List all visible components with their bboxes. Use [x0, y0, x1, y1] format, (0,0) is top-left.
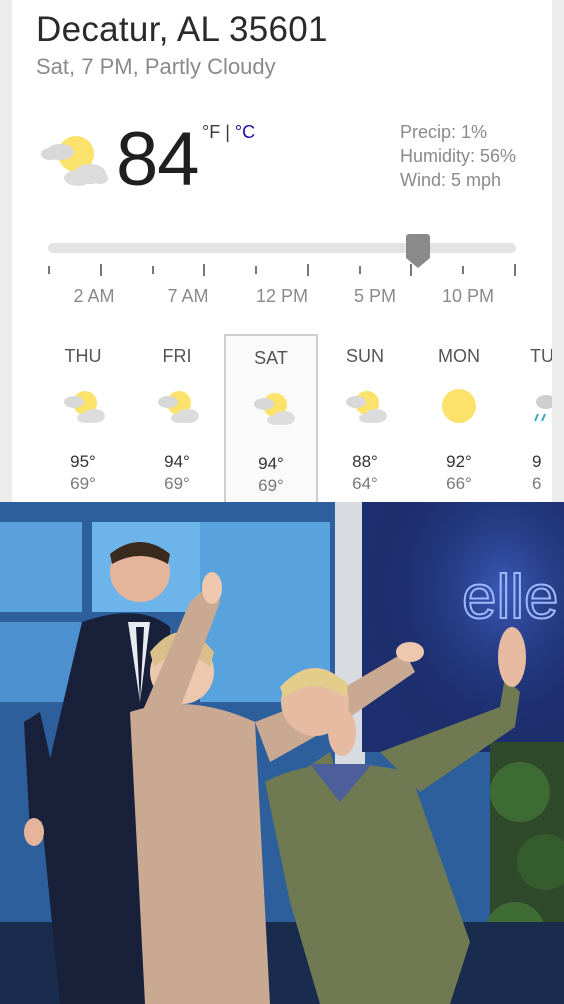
unit-fahrenheit[interactable]: °F	[202, 122, 220, 142]
day-high: 88°	[352, 452, 378, 471]
day-name: SAT	[254, 348, 288, 368]
forecast-day-sun[interactable]: SUN 88° 64°	[318, 334, 412, 502]
unit-toggle: °F | °C	[202, 122, 255, 143]
day-name: MON	[438, 346, 480, 366]
day-low: 64°	[352, 474, 378, 493]
forecast-day-thu[interactable]: THU 95° 69°	[36, 334, 130, 502]
weather-card: Decatur, AL 35601 Sat, 7 PM, Partly Clou…	[12, 0, 552, 502]
partly-cloudy-icon	[254, 393, 295, 425]
rain-icon	[534, 395, 552, 422]
day-low: 69°	[258, 476, 284, 495]
forecast-day-tue-partial[interactable]: TU 9 6	[506, 334, 552, 502]
time-slider-track[interactable]	[48, 243, 516, 253]
day-name: FRI	[162, 346, 192, 366]
time-label-7am: 7 AM	[167, 286, 209, 306]
day-high: 9	[532, 452, 542, 471]
day-low: 6	[532, 474, 542, 493]
forecast-day-mon[interactable]: MON 92° 66°	[412, 334, 506, 502]
precip-text: Precip: 1%	[400, 122, 488, 142]
photo-panel: elle	[0, 502, 564, 1004]
time-slider-tick	[410, 264, 412, 276]
wind-text: Wind: 5 mph	[400, 170, 502, 190]
partly-cloudy-icon	[64, 391, 105, 423]
day-name: TU	[530, 346, 552, 366]
location-title: Decatur, AL 35601	[36, 10, 328, 49]
sunny-icon	[442, 389, 476, 423]
time-label-10pm: 10 PM	[441, 286, 495, 306]
partly-cloudy-icon	[346, 391, 387, 423]
day-high: 94°	[258, 454, 284, 473]
day-low: 69°	[164, 474, 190, 493]
partly-cloudy-icon	[41, 136, 108, 186]
weather-panel: Decatur, AL 35601 Sat, 7 PM, Partly Clou…	[0, 0, 564, 502]
day-high: 95°	[70, 452, 96, 471]
partly-cloudy-icon	[158, 391, 199, 423]
time-label-12pm: 12 PM	[255, 286, 309, 306]
conditions-subtitle: Sat, 7 PM, Partly Cloudy	[36, 54, 276, 79]
time-label-2am: 2 AM	[73, 286, 115, 306]
time-slider-tick	[152, 266, 154, 274]
time-slider-tick	[48, 266, 50, 274]
time-slider-tick	[462, 266, 464, 274]
time-slider-tick	[307, 264, 309, 276]
unit-separator: |	[220, 122, 235, 142]
day-high: 92°	[446, 452, 472, 471]
day-low: 69°	[70, 474, 96, 493]
day-name: THU	[64, 346, 102, 366]
day-high: 94°	[164, 452, 190, 471]
forecast-day-fri[interactable]: FRI 94° 69°	[130, 334, 224, 502]
time-slider-tick	[100, 264, 102, 276]
day-name: SUN	[345, 346, 384, 366]
time-slider-ticks	[48, 262, 518, 278]
unit-celsius-link[interactable]: °C	[235, 122, 255, 142]
forecast-day-sat-selected[interactable]: SAT 94° 69°	[224, 334, 318, 502]
time-label-5pm: 5 PM	[353, 286, 397, 306]
day-low: 66°	[446, 474, 472, 493]
time-slider-tick	[255, 266, 257, 274]
weather-details: Precip: 1% Humidity: 56% Wind: 5 mph	[400, 120, 516, 192]
time-slider-tick	[514, 264, 516, 276]
show-logo: elle	[462, 563, 559, 632]
time-slider-tick	[203, 264, 205, 276]
time-slider-tick	[359, 266, 361, 274]
current-temperature: 84	[116, 117, 200, 202]
dancing-people-photo: elle	[0, 502, 564, 1004]
humidity-text: Humidity: 56%	[400, 146, 517, 166]
